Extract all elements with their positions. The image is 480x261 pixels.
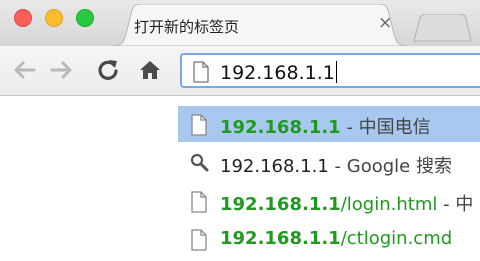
suggestion-separator: - <box>340 117 359 138</box>
suggestion-item[interactable]: 192.168.1.1/ctlogin.cmd <box>178 221 480 257</box>
page-icon <box>191 114 207 136</box>
suggestion-query: 192.168.1.1 <box>220 156 329 177</box>
tab-close-icon[interactable]: × <box>378 14 392 32</box>
suggestion-url-host: 192.168.1.1 <box>220 228 341 249</box>
suggestion-url-path: /ctlogin.cmd <box>340 228 453 249</box>
new-tab-icon <box>413 13 472 42</box>
omnibox-value: 192.168.1.1 <box>220 62 335 84</box>
tab-strip: 打开新的标签页 × <box>0 0 480 46</box>
suggestion-item[interactable]: 192.168.1.1 - 中国电信 <box>178 106 480 142</box>
tab-title: 打开新的标签页 <box>134 18 240 36</box>
back-button[interactable] <box>10 56 38 84</box>
forward-arrow-icon <box>50 61 72 79</box>
page-icon <box>191 191 207 213</box>
suggestion-separator: - <box>328 156 347 177</box>
suggestion-description: Google 搜索 <box>346 156 452 177</box>
suggestion-url-host: 192.168.1.1 <box>220 194 341 215</box>
omnibox[interactable]: 192.168.1.1 <box>180 53 480 88</box>
suggestion-text: 192.168.1.1 - Google 搜索 <box>220 152 452 178</box>
reload-button[interactable] <box>94 56 122 84</box>
home-button[interactable] <box>136 56 164 84</box>
forward-button[interactable] <box>48 56 76 84</box>
toolbar: 192.168.1.1 <box>0 46 480 96</box>
reload-icon <box>98 60 118 80</box>
suggestion-description: 中国电信 <box>358 117 431 138</box>
suggestion-text: 192.168.1.1 - 中国电信 <box>220 113 431 139</box>
window-close-button[interactable] <box>14 9 32 27</box>
suggestion-description: 中 <box>455 194 474 215</box>
suggestion-url: 192.168.1.1 <box>220 117 341 138</box>
suggestion-item[interactable]: 192.168.1.1/login.html - 中 <box>178 183 480 219</box>
omnibox-suggestions: 192.168.1.1 - 中国电信 192.168.1.1 - Google … <box>178 106 480 261</box>
back-arrow-icon <box>14 61 36 79</box>
new-tab-button[interactable] <box>410 13 472 42</box>
window-maximize-button[interactable] <box>76 9 94 27</box>
browser-window: 打开新的标签页 × 192.168.1.1 192.168.1.1 - 中国电信… <box>0 0 480 261</box>
suggestion-separator: - <box>437 194 456 215</box>
suggestion-item[interactable]: 192.168.1.1 - Google 搜索 <box>178 145 480 181</box>
suggestion-text: 192.168.1.1/login.html - 中 <box>220 190 473 216</box>
page-icon <box>191 229 207 251</box>
window-minimize-button[interactable] <box>45 9 63 27</box>
suggestion-url-path: /login.html <box>340 194 438 215</box>
tab-new-tab[interactable]: 打开新的标签页 × <box>112 4 408 46</box>
text-caret <box>335 61 337 83</box>
home-icon <box>140 61 160 79</box>
suggestion-text: 192.168.1.1/ctlogin.cmd <box>220 228 452 249</box>
page-icon <box>193 61 209 83</box>
omnibox-input[interactable]: 192.168.1.1 <box>220 61 337 84</box>
search-icon <box>190 153 209 172</box>
